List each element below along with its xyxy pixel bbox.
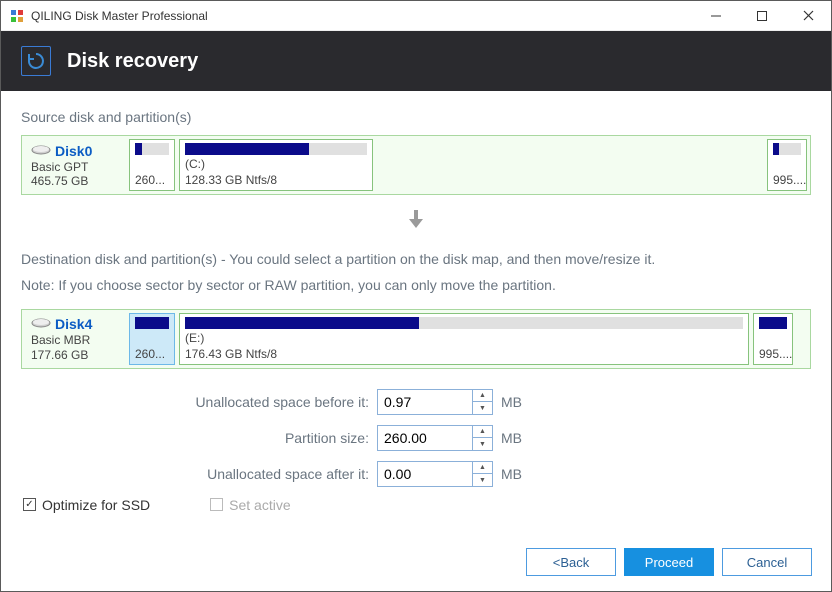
partition-letter: (E:) [185, 331, 743, 345]
destination-disk-type: Basic MBR [31, 333, 119, 347]
partition-block[interactable]: 260... [129, 313, 175, 365]
set-active-checkbox: Set active [210, 497, 290, 513]
source-disk-info[interactable]: Disk0 Basic GPT 465.75 GB [25, 139, 125, 191]
destination-disk-row: Disk4 Basic MBR 177.66 GB 260... (E:) 176.… [21, 309, 811, 369]
app-icon [9, 8, 25, 24]
checkbox-icon [210, 498, 223, 511]
space-after-label: Unallocated space after it: [149, 466, 369, 482]
back-button[interactable]: <Back [526, 548, 616, 576]
source-disk-size: 465.75 GB [31, 174, 119, 188]
unit-label: MB [501, 466, 531, 482]
partition-label: 128.33 GB Ntfs/8 [185, 173, 367, 187]
partition-letter: (C:) [185, 157, 367, 171]
close-button[interactable] [785, 1, 831, 30]
page-header: Disk recovery [1, 31, 831, 91]
source-disk-row: Disk0 Basic GPT 465.75 GB 260... (C:) 128.… [21, 135, 811, 195]
window-title: QILING Disk Master Professional [31, 9, 208, 23]
destination-disk-info[interactable]: Disk4 Basic MBR 177.66 GB [25, 313, 125, 365]
disk-icon [31, 315, 51, 333]
checkbox-icon: ✓ [23, 498, 36, 511]
recovery-icon [21, 46, 51, 76]
spin-down-icon[interactable]: ▼ [473, 438, 492, 450]
spin-down-icon[interactable]: ▼ [473, 402, 492, 414]
partition-block[interactable]: (E:) 176.43 GB Ntfs/8 [179, 313, 749, 365]
space-before-label: Unallocated space before it: [149, 394, 369, 410]
partition-size-label: Partition size: [149, 430, 369, 446]
maximize-button[interactable] [739, 1, 785, 30]
partition-block: (C:) 128.33 GB Ntfs/8 [179, 139, 373, 191]
titlebar: QILING Disk Master Professional [1, 1, 831, 31]
partition-block[interactable]: 995.... [753, 313, 793, 365]
space-before-field[interactable] [378, 390, 472, 414]
partition-label: 995.... [773, 173, 801, 187]
destination-section-title: Destination disk and partition(s) - You … [21, 248, 811, 270]
spin-up-icon[interactable]: ▲ [473, 426, 492, 439]
source-disk-name: Disk0 [55, 143, 92, 159]
page-title: Disk recovery [67, 50, 198, 73]
cancel-button[interactable]: Cancel [722, 548, 812, 576]
space-after-input[interactable]: ▲▼ [377, 461, 493, 487]
partition-size-input[interactable]: ▲▼ [377, 425, 493, 451]
partition-size-field[interactable] [378, 426, 472, 450]
partition-label: 995.... [759, 347, 787, 361]
space-after-field[interactable] [378, 462, 472, 486]
partition-label: 260... [135, 173, 169, 187]
optimize-ssd-label: Optimize for SSD [42, 497, 150, 513]
spin-up-icon[interactable]: ▲ [473, 462, 492, 475]
source-disk-type: Basic GPT [31, 160, 119, 174]
spin-down-icon[interactable]: ▼ [473, 474, 492, 486]
unit-label: MB [501, 430, 531, 446]
arrow-down-icon [21, 207, 811, 236]
spin-up-icon[interactable]: ▲ [473, 390, 492, 403]
destination-disk-size: 177.66 GB [31, 348, 119, 362]
proceed-button[interactable]: Proceed [624, 548, 714, 576]
space-before-input[interactable]: ▲▼ [377, 389, 493, 415]
destination-note: Note: If you choose sector by sector or … [21, 274, 811, 296]
set-active-label: Set active [229, 497, 290, 513]
partition-label: 260... [135, 347, 169, 361]
optimize-ssd-checkbox[interactable]: ✓ Optimize for SSD [23, 497, 150, 513]
unit-label: MB [501, 394, 531, 410]
destination-disk-name: Disk4 [55, 316, 92, 332]
disk-icon [31, 142, 51, 160]
partition-block: 995.... [767, 139, 807, 191]
partition-block: 260... [129, 139, 175, 191]
source-section-title: Source disk and partition(s) [21, 109, 811, 125]
partition-label: 176.43 GB Ntfs/8 [185, 347, 743, 361]
minimize-button[interactable] [693, 1, 739, 30]
window-controls [693, 1, 831, 30]
